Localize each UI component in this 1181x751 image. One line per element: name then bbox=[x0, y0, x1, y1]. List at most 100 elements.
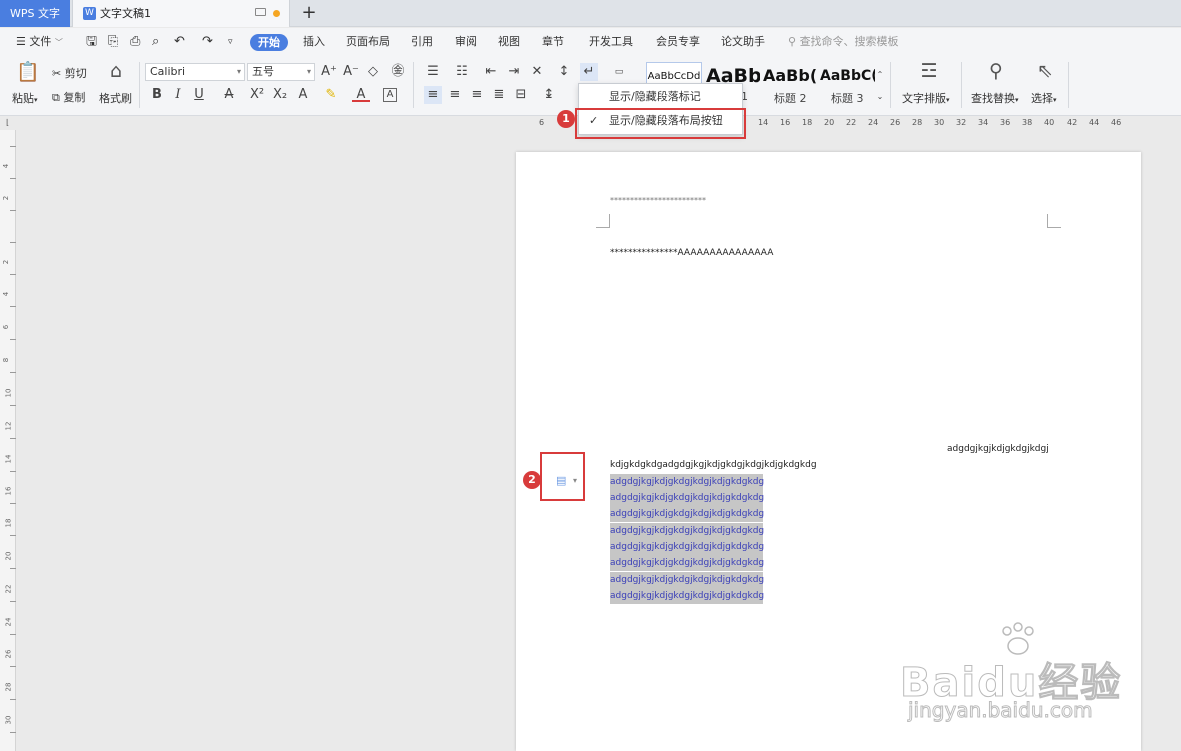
char-border-icon[interactable]: A bbox=[383, 88, 397, 102]
clear-format-icon[interactable]: ◇ bbox=[364, 63, 382, 81]
style-scroll-up-icon[interactable]: ⌃ bbox=[874, 66, 886, 84]
tab-insert[interactable]: 插入 bbox=[303, 28, 325, 56]
tab-references[interactable]: 引用 bbox=[411, 28, 433, 56]
export-pdf-icon[interactable]: ⎘ bbox=[108, 28, 118, 56]
margin-corner bbox=[1047, 214, 1061, 228]
tab-thesis-assistant[interactable]: 论文助手 bbox=[721, 28, 765, 56]
style-gallery-more-icon[interactable]: ⌄ bbox=[874, 88, 886, 106]
customize-toolbar-icon[interactable]: ▿ bbox=[228, 28, 233, 56]
decrease-indent-icon[interactable]: ⇤ bbox=[482, 63, 500, 81]
wps-app-tab[interactable]: WPS 文字 bbox=[0, 0, 70, 27]
chevron-down-icon: ﹀ bbox=[54, 38, 63, 47]
command-search[interactable]: ⚲ 查找命令、搜索模板 bbox=[788, 28, 899, 56]
print-preview-icon[interactable]: ⌕ bbox=[152, 28, 159, 56]
save-icon[interactable]: 🖫 bbox=[86, 28, 97, 56]
numbered-list-icon[interactable]: ☷ bbox=[453, 63, 471, 81]
chevron-down-icon: ▾ bbox=[236, 67, 241, 76]
selected-line: adgdgjkgjkdjgkdgjkdgjkdjgkdgkdg bbox=[610, 506, 764, 522]
file-menu[interactable]: ☰ 文件 ﹀ bbox=[16, 28, 63, 56]
redo-icon[interactable]: ↷ bbox=[202, 28, 213, 56]
select-button[interactable]: 选择▾ bbox=[1031, 90, 1057, 106]
superscript-icon[interactable]: X² bbox=[248, 86, 266, 104]
highlight-icon[interactable]: ✎ bbox=[322, 86, 340, 104]
tab-member[interactable]: 会员专享 bbox=[656, 28, 700, 56]
font-color-icon[interactable]: A bbox=[352, 86, 370, 102]
menu-bar: ☰ 文件 ﹀ 🖫 ⎘ ⎙ ⌕ ↶ ↷ ▿ 开始 插入 页面布局 引用 审阅 视图… bbox=[0, 28, 1181, 56]
sort-icon[interactable]: ↕ bbox=[555, 63, 573, 81]
copy-icon: ⧉ bbox=[52, 91, 60, 104]
align-left-icon[interactable]: ≡ bbox=[424, 86, 442, 104]
format-painter-icon[interactable]: ⌂ bbox=[104, 60, 128, 82]
tab-view[interactable]: 视图 bbox=[498, 28, 520, 56]
search-icon: ⚲ bbox=[788, 35, 797, 48]
selected-line: adgdgjkgjkdjgkdgjkdgjkdjgkdgkdg bbox=[610, 523, 764, 539]
chevron-down-icon: ▾ bbox=[306, 67, 311, 76]
undo-icon[interactable]: ↶ bbox=[174, 28, 185, 56]
paragraph-layout-button-icon[interactable]: ▤ bbox=[556, 474, 566, 487]
chinese-layout-icon[interactable]: ✕ bbox=[528, 63, 546, 81]
document-tab[interactable]: W 文字文稿1 bbox=[72, 0, 290, 27]
font-name-select[interactable]: Calibri ▾ bbox=[145, 63, 245, 81]
paragraph-2: kdjgkdgkdgadgdgjkgjkdjgkdgjkdgjkdjgkdgkd… bbox=[610, 460, 817, 470]
distributed-align-icon[interactable]: ⊟ bbox=[512, 86, 530, 104]
italic-icon[interactable]: I bbox=[169, 86, 187, 104]
decrease-font-icon[interactable]: A⁻ bbox=[342, 63, 360, 81]
copy-button[interactable]: ⧉ 复制 bbox=[52, 89, 85, 105]
selected-line: adgdgjkgjkdjgkdgjkdgjkdjgkdgkdg bbox=[610, 539, 764, 555]
paragraph-mark-toggle-icon[interactable]: ↵ bbox=[580, 63, 598, 81]
chevron-down-icon[interactable]: ▾ bbox=[573, 476, 577, 485]
strikethrough-icon[interactable]: A bbox=[220, 86, 238, 104]
cursor-select-icon[interactable]: ⇖ bbox=[1032, 60, 1058, 82]
subscript-icon[interactable]: X₂ bbox=[271, 86, 289, 104]
tab-home[interactable]: 开始 bbox=[250, 34, 288, 51]
style-heading-3[interactable]: AaBbC( bbox=[820, 62, 875, 90]
divider bbox=[413, 62, 414, 108]
format-painter-button[interactable]: 格式刷 bbox=[99, 90, 132, 106]
screen-icon[interactable] bbox=[255, 8, 266, 16]
annotation-badge-1: 1 bbox=[557, 110, 575, 128]
text-layout-button[interactable]: 文字排版▾ bbox=[902, 90, 950, 106]
menu-item-toggle-paragraph-marks[interactable]: 显示/隐藏段落标记 bbox=[579, 86, 742, 108]
paste-icon[interactable]: 📋 bbox=[16, 60, 40, 83]
tab-review[interactable]: 审阅 bbox=[455, 28, 477, 56]
cut-button[interactable]: ✂ 剪切 bbox=[52, 65, 87, 81]
print-icon[interactable]: ⎙ bbox=[130, 28, 140, 56]
bullet-list-icon[interactable]: ☰ bbox=[424, 63, 442, 81]
underline-icon[interactable]: U bbox=[190, 86, 208, 104]
tab-chapter[interactable]: 章节 bbox=[542, 28, 564, 56]
ruler-indent-marker-icon: ⌊ bbox=[6, 118, 10, 127]
style-heading-2-label: 标题 2 bbox=[774, 92, 807, 105]
tab-developer[interactable]: 开发工具 bbox=[589, 28, 633, 56]
paragraph-1: ***************AAAAAAAAAAAAAAA bbox=[610, 248, 774, 258]
text-layout-icon[interactable]: ☲ bbox=[916, 60, 942, 82]
margin-corner bbox=[596, 214, 610, 228]
font-size-select[interactable]: 五号 ▾ bbox=[247, 63, 315, 81]
title-bar: WPS 文字 W 文字文稿1 + bbox=[0, 0, 1181, 27]
table-icon[interactable]: ▭ bbox=[610, 63, 628, 81]
divider bbox=[890, 62, 891, 108]
divider bbox=[1068, 62, 1069, 108]
bold-icon[interactable]: B bbox=[148, 86, 166, 104]
text-effect-icon[interactable]: A bbox=[294, 86, 312, 104]
selected-line: adgdgjkgjkdjgkdgjkdgjkdjgkdgkdg bbox=[610, 588, 764, 604]
align-center-icon[interactable]: ≡ bbox=[446, 86, 464, 104]
line-spacing-icon[interactable]: ↨ bbox=[540, 86, 558, 104]
increase-indent-icon[interactable]: ⇥ bbox=[505, 63, 523, 81]
writer-doc-icon: W bbox=[83, 7, 96, 20]
increase-font-icon[interactable]: A⁺ bbox=[320, 63, 338, 81]
justify-icon[interactable]: ≣ bbox=[490, 86, 508, 104]
tab-page-layout[interactable]: 页面布局 bbox=[346, 28, 390, 56]
selected-line: adgdgjkgjkdjgkdgjkdgjkdjgkdgkdg bbox=[610, 572, 764, 588]
baidu-watermark-logo: Baidu经验 jingyan.baidu.com bbox=[899, 620, 1140, 730]
style-heading-2[interactable]: AaBb( bbox=[763, 62, 818, 90]
header-text: ************************ bbox=[610, 196, 706, 205]
new-tab-plus-icon[interactable]: + bbox=[300, 2, 318, 24]
style-heading-3-label: 标题 3 bbox=[831, 92, 864, 105]
divider bbox=[961, 62, 962, 108]
magnifier-icon[interactable]: ⚲ bbox=[983, 60, 1009, 82]
hamburger-icon: ☰ bbox=[16, 35, 26, 48]
find-replace-button[interactable]: 查找替换▾ bbox=[971, 90, 1019, 106]
phonetic-guide-icon[interactable]: ㊎ bbox=[386, 63, 410, 81]
paste-button[interactable]: 粘贴▾ bbox=[12, 90, 38, 106]
align-right-icon[interactable]: ≡ bbox=[468, 86, 486, 104]
